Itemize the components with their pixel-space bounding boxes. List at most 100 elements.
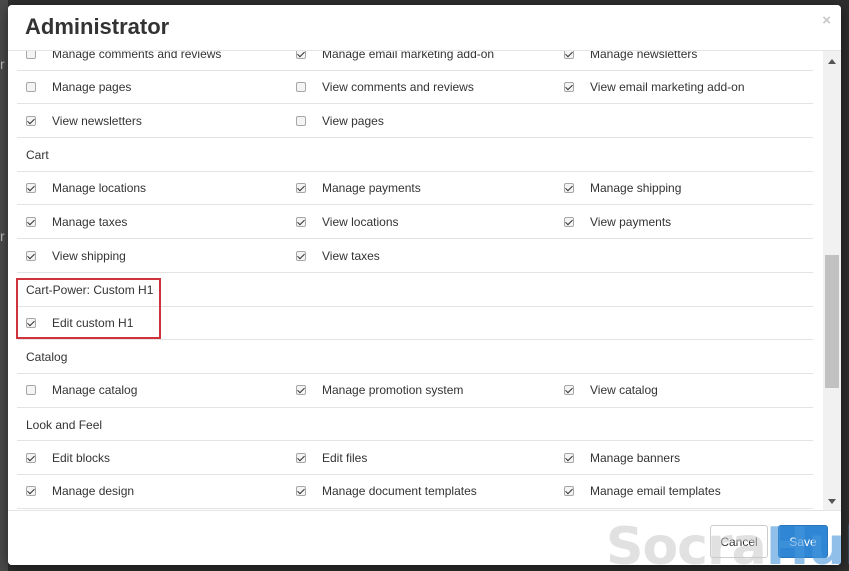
permission-item[interactable]: View comments and reviews xyxy=(296,71,474,104)
permission-row: Manage design Manage document templates Ma… xyxy=(17,475,813,509)
permission-label: View catalog xyxy=(590,383,658,398)
permission-label: View taxes xyxy=(322,248,380,263)
permission-item[interactable]: Manage pages xyxy=(26,71,131,104)
permission-item[interactable]: Manage document templates xyxy=(296,475,477,508)
modal-header: Administrator × xyxy=(8,5,841,51)
permission-item[interactable]: View shipping xyxy=(26,239,126,272)
permission-item[interactable]: View newsletters xyxy=(26,104,142,137)
permission-row: View shipping View taxes xyxy=(17,239,813,273)
permission-item[interactable]: Manage catalog xyxy=(26,374,137,407)
permission-checkbox[interactable] xyxy=(564,183,574,194)
highlight-box xyxy=(16,278,161,339)
permission-checkbox[interactable] xyxy=(296,486,306,497)
permission-checkbox[interactable] xyxy=(26,51,36,59)
permission-label: View newsletters xyxy=(52,113,142,128)
permission-item[interactable]: Manage locations xyxy=(26,172,146,205)
permission-label: Manage banners xyxy=(590,450,681,465)
permission-checkbox[interactable] xyxy=(26,452,36,463)
permission-checkbox[interactable] xyxy=(564,452,574,463)
permission-row: Manage pages View comments and reviews Vie… xyxy=(17,71,813,105)
watermark-part2: Hub xyxy=(765,517,849,571)
permission-checkbox[interactable] xyxy=(26,385,36,396)
permission-item[interactable]: View email marketing add-on xyxy=(564,71,745,104)
permission-label: Manage taxes xyxy=(52,214,128,229)
permission-row: View newsletters View pages xyxy=(17,104,813,139)
watermark-part1: Socra xyxy=(606,517,767,571)
permission-item[interactable]: Manage payments xyxy=(296,172,421,205)
permission-label: View shipping xyxy=(52,248,126,263)
permission-item[interactable]: Edit blocks xyxy=(26,441,110,474)
permission-item[interactable]: Manage banners xyxy=(564,441,680,474)
permission-label: Manage email marketing add-on xyxy=(322,51,495,61)
permission-checkbox[interactable] xyxy=(296,250,306,261)
permission-item[interactable]: Manage email marketing add-on xyxy=(296,51,494,70)
permission-label: View payments xyxy=(590,214,672,229)
permission-label: View locations xyxy=(322,214,399,229)
permission-checkbox[interactable] xyxy=(26,115,36,126)
permission-label: Manage comments and reviews xyxy=(52,51,222,61)
permission-checkbox[interactable] xyxy=(296,82,306,93)
permission-checkbox[interactable] xyxy=(564,486,574,497)
watermark: SocraHub xyxy=(606,517,849,571)
permission-checkbox[interactable] xyxy=(26,216,36,227)
permission-item[interactable]: Manage design xyxy=(26,475,134,508)
permission-checkbox[interactable] xyxy=(564,82,574,93)
permission-checkbox[interactable] xyxy=(26,250,36,261)
section-header: Catalog xyxy=(17,340,813,374)
permission-checkbox[interactable] xyxy=(296,452,306,463)
backdrop-strip xyxy=(0,0,8,571)
section-title: Catalog xyxy=(26,350,68,365)
permission-checkbox[interactable] xyxy=(296,115,306,126)
section-header: Cart xyxy=(17,138,813,172)
permission-label: Manage newsletters xyxy=(590,51,698,61)
permission-label: Manage shipping xyxy=(590,181,682,196)
permission-item[interactable]: View locations xyxy=(296,205,399,238)
permission-item[interactable]: Manage shipping xyxy=(564,172,681,205)
permission-item[interactable]: View payments xyxy=(564,205,671,238)
permission-label: Edit blocks xyxy=(52,450,111,465)
permission-row: Manage catalog Manage promotion system Vie… xyxy=(17,374,813,408)
permission-label: Manage pages xyxy=(52,80,132,95)
permission-checkbox[interactable] xyxy=(564,51,574,59)
section-header: Look and Feel xyxy=(17,408,813,442)
permission-checkbox[interactable] xyxy=(296,51,306,59)
permission-label: Manage payments xyxy=(322,181,421,196)
permission-item[interactable]: Manage email templates xyxy=(564,475,721,508)
permission-item[interactable]: Manage taxes xyxy=(26,205,127,238)
permission-row: Manage comments and reviews Manage email … xyxy=(17,51,813,71)
permission-row: Edit blocks Edit files Manage banners xyxy=(17,441,813,475)
permission-checkbox[interactable] xyxy=(26,82,36,93)
permission-item[interactable]: Manage comments and reviews xyxy=(26,51,221,70)
permission-label: View pages xyxy=(322,113,384,128)
scroll-thumb[interactable] xyxy=(825,255,839,388)
close-icon[interactable]: × xyxy=(822,12,831,29)
section-title: Look and Feel xyxy=(26,417,103,432)
permission-checkbox[interactable] xyxy=(296,216,306,227)
permission-checkbox[interactable] xyxy=(564,385,574,396)
permission-checkbox[interactable] xyxy=(26,183,36,194)
permission-checkbox[interactable] xyxy=(296,385,306,396)
permission-checkbox[interactable] xyxy=(564,216,574,227)
permission-label: View comments and reviews xyxy=(322,80,474,95)
permission-item[interactable]: View taxes xyxy=(296,239,380,272)
permission-label: Manage catalog xyxy=(52,383,138,398)
permission-checkbox[interactable] xyxy=(26,486,36,497)
permission-row: Manage locations Manage payments Manage sh… xyxy=(17,172,813,206)
scroll-up-arrow-icon[interactable] xyxy=(828,59,836,64)
permission-item[interactable]: Manage newsletters xyxy=(564,51,697,70)
permission-label: Manage locations xyxy=(52,181,147,196)
backdrop-glyph: r xyxy=(0,56,5,72)
permission-label: Manage email templates xyxy=(590,484,721,499)
permission-label: Manage design xyxy=(52,484,135,499)
modal-title: Administrator xyxy=(25,14,170,39)
permission-label: Manage document templates xyxy=(322,484,477,499)
permission-item[interactable]: View pages xyxy=(296,104,384,137)
scrollbar[interactable] xyxy=(823,51,841,510)
permission-item[interactable]: Manage promotion system xyxy=(296,374,463,407)
scroll-down-arrow-icon[interactable] xyxy=(828,499,836,504)
permission-item[interactable]: View catalog xyxy=(564,374,658,407)
permission-checkbox[interactable] xyxy=(296,183,306,194)
permission-label: Edit files xyxy=(322,450,368,465)
section-title: Cart xyxy=(26,148,49,163)
permission-item[interactable]: Edit files xyxy=(296,441,367,474)
